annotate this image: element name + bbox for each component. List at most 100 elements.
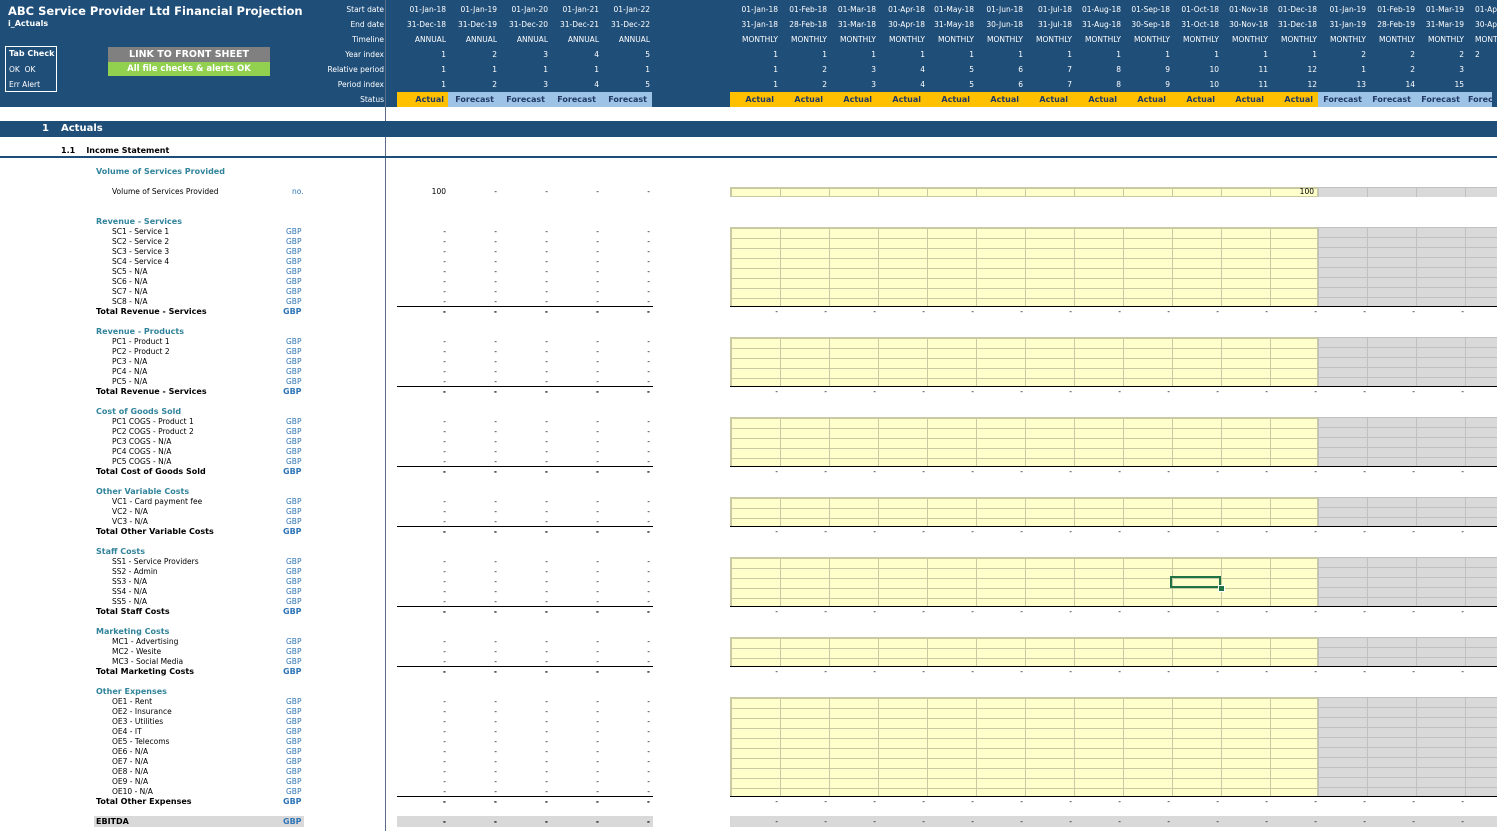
link-to-front-sheet-button[interactable]: LINK TO FRONT SHEET xyxy=(108,47,270,62)
annual-value: - xyxy=(646,607,650,616)
monthly-start-cell: 01-Feb-18 xyxy=(789,5,827,14)
annual-value: - xyxy=(443,577,446,586)
monthly-period-cell: 4 xyxy=(920,80,925,89)
input-cells[interactable] xyxy=(730,337,1318,387)
annual-value: - xyxy=(647,297,650,306)
monthly-period-cell: 15 xyxy=(1454,80,1464,89)
input-cells[interactable] xyxy=(730,697,1318,797)
annual-value: - xyxy=(443,367,446,376)
annual-value: - xyxy=(647,767,650,776)
monthly-start-cell: 01-Apr-18 xyxy=(888,5,925,14)
monthly-value: - xyxy=(1216,607,1219,616)
row-label: SC3 - Service 3 xyxy=(112,247,170,256)
annual-value: - xyxy=(596,187,599,196)
monthly-value: - xyxy=(1216,667,1219,676)
monthly-value: - xyxy=(971,817,974,826)
monthly-value: - xyxy=(775,467,778,476)
annual-value: - xyxy=(596,757,599,766)
annual-value: - xyxy=(545,737,548,746)
annual-value: - xyxy=(596,287,599,296)
annual-value: - xyxy=(494,237,497,246)
annual-value: - xyxy=(545,557,548,566)
input-cells[interactable] xyxy=(730,637,1318,667)
monthly-relative-cell: 3 xyxy=(1459,65,1464,74)
annual-value: - xyxy=(595,307,599,316)
input-cells-volume[interactable] xyxy=(730,187,1318,197)
monthly-relative-cell: 7 xyxy=(1067,65,1072,74)
annual-end-cell: 31-Dec-21 xyxy=(559,20,599,29)
annual-value: - xyxy=(646,387,650,396)
monthly-value: - xyxy=(1314,817,1317,826)
annual-value: - xyxy=(646,817,650,826)
row-unit: GBP xyxy=(286,367,302,376)
annual-timeline-cell: ANNUAL xyxy=(516,35,548,44)
monthly-value: - xyxy=(1167,667,1170,676)
ebitda-label: EBITDA xyxy=(96,817,129,826)
monthly-period-cell: 11 xyxy=(1258,80,1268,89)
annual-value: - xyxy=(545,757,548,766)
monthly-value: - xyxy=(775,797,778,806)
row-label: OE8 - N/A xyxy=(112,767,149,776)
monthly-value: - xyxy=(824,607,827,616)
annual-value: - xyxy=(595,607,599,616)
annual-value: - xyxy=(442,607,446,616)
annual-value: - xyxy=(443,447,446,456)
monthly-timeline-cell: MONTHLY xyxy=(1428,35,1464,44)
annual-value: - xyxy=(596,357,599,366)
fill-handle[interactable] xyxy=(1218,585,1225,592)
annual-value: - xyxy=(545,637,548,646)
row-label: OE10 - N/A xyxy=(112,787,153,796)
total-label: Total Revenue - Services xyxy=(96,307,207,316)
monthly-value: - xyxy=(1118,817,1121,826)
monthly-end-cell: 31-Jul-18 xyxy=(1038,20,1072,29)
monthly-end-cell: 31-Jan-19 xyxy=(1329,20,1366,29)
total-label: Total Staff Costs xyxy=(96,607,170,616)
annual-value: - xyxy=(494,757,497,766)
monthly-value: - xyxy=(1069,797,1072,806)
annual-value: - xyxy=(443,377,446,386)
row-unit: GBP xyxy=(286,767,302,776)
input-cells[interactable] xyxy=(730,227,1318,307)
row-label: PC5 - N/A xyxy=(112,377,148,386)
annual-value: - xyxy=(596,567,599,576)
monthly-end-cell: 31-Mar-18 xyxy=(837,20,876,29)
total-unit: GBP xyxy=(283,667,302,676)
monthly-value: - xyxy=(1216,467,1219,476)
monthly-value: - xyxy=(1265,467,1268,476)
input-cells[interactable] xyxy=(730,557,1318,607)
annual-value: - xyxy=(493,817,497,826)
monthly-value: - xyxy=(1118,607,1121,616)
row-label: VC3 - N/A xyxy=(112,517,148,526)
monthly-value: - xyxy=(1363,307,1366,316)
annual-relative-cell: 1 xyxy=(645,65,650,74)
annual-value: - xyxy=(595,387,599,396)
monthly-end-cell: 30-Nov-18 xyxy=(1229,20,1268,29)
row-unit: GBP xyxy=(286,227,302,236)
annual-value: - xyxy=(544,387,548,396)
monthly-value: - xyxy=(922,527,925,536)
annual-value: - xyxy=(647,517,650,526)
group-heading: Staff Costs xyxy=(96,547,145,556)
monthly-value: - xyxy=(1216,797,1219,806)
monthly-value: - xyxy=(971,607,974,616)
annual-value: - xyxy=(443,707,446,716)
row-label: SS4 - N/A xyxy=(112,587,148,596)
input-cells[interactable] xyxy=(730,497,1318,527)
monthly-value: - xyxy=(922,817,925,826)
row-unit: GBP xyxy=(286,337,302,346)
annual-value: - xyxy=(494,427,497,436)
annual-value: - xyxy=(443,767,446,776)
input-cells[interactable] xyxy=(730,417,1318,467)
monthly-value: - xyxy=(1167,387,1170,396)
monthly-year_index-cell: 1 xyxy=(1018,50,1023,59)
annual-start-cell: 01-Jan-19 xyxy=(460,5,497,14)
annual-value: - xyxy=(647,737,650,746)
selected-cell[interactable] xyxy=(1170,576,1221,588)
model-title: ABC Service Provider Ltd Financial Proje… xyxy=(8,4,303,18)
monthly-value: - xyxy=(1118,797,1121,806)
annual-value: - xyxy=(443,277,446,286)
row-label: OE2 - Insurance xyxy=(112,707,172,716)
monthly-value: - xyxy=(775,667,778,676)
monthly-value: - xyxy=(971,467,974,476)
monthly-status-cell: Actual xyxy=(926,92,975,107)
